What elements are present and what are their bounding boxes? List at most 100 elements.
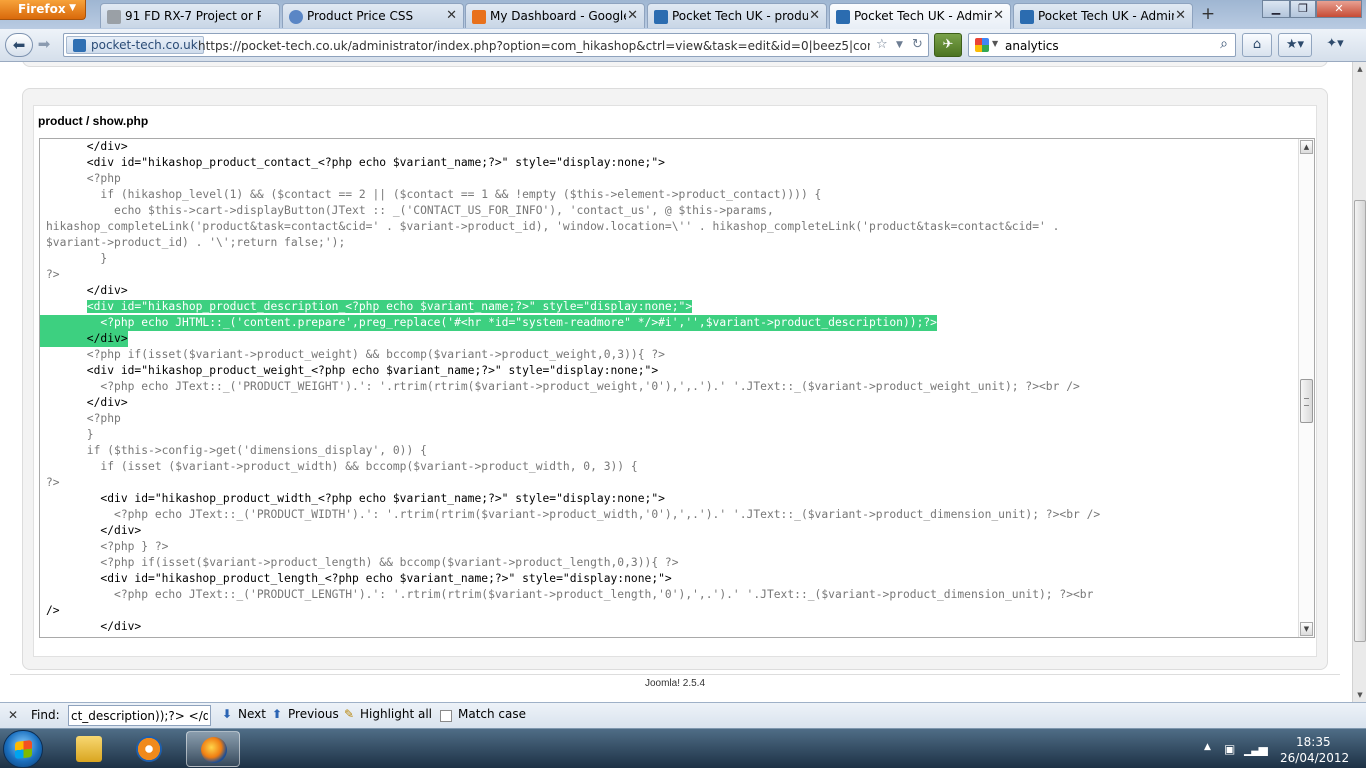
signal-strength-icon[interactable]: ▁▃▅ bbox=[1244, 742, 1268, 756]
back-button[interactable]: ⬅ bbox=[5, 33, 33, 57]
media-player-icon bbox=[136, 736, 162, 762]
address-bar[interactable]: pocket-tech.co.uk ☆ ▼ ↻ bbox=[63, 33, 929, 57]
code-line[interactable]: <?php echo JText::_('PRODUCT_WIDTH').': … bbox=[46, 507, 1296, 523]
scroll-up-arrow-icon[interactable]: ▲ bbox=[1354, 62, 1366, 76]
home-button[interactable]: ⌂ bbox=[1242, 33, 1272, 57]
bookmarks-menu-button[interactable]: ★▾ bbox=[1278, 33, 1312, 57]
chevron-down-icon[interactable]: ▼ bbox=[992, 39, 998, 48]
code-line[interactable]: </div> bbox=[46, 619, 1296, 635]
tab-2[interactable]: Product Price CSS ✕ bbox=[282, 3, 464, 28]
joomla-favicon-icon bbox=[1020, 10, 1034, 24]
code-line[interactable]: <?php echo JHTML::_('content.prepare',pr… bbox=[40, 315, 937, 331]
google-engine-icon[interactable] bbox=[975, 38, 989, 52]
chevron-down-icon: ▼ bbox=[69, 3, 76, 13]
search-icon[interactable]: ⌕ bbox=[1220, 36, 1228, 52]
code-line[interactable]: ?> bbox=[46, 475, 1296, 491]
close-tab-icon[interactable]: ✕ bbox=[446, 8, 457, 23]
code-line[interactable]: <?php } ?> bbox=[46, 539, 1296, 555]
tab-6[interactable]: Pocket Tech UK - Admin...✕ bbox=[1013, 3, 1193, 28]
code-line[interactable]: <?php echo JText::_('PRODUCT_WEIGHT').':… bbox=[46, 379, 1296, 395]
tab-5-active[interactable]: Pocket Tech UK - Admin... ✕ bbox=[829, 3, 1011, 29]
tab-1[interactable]: 91 FD RX-7 Project or Pa... bbox=[100, 3, 280, 28]
code-line[interactable]: <div id="hikashop_product_width_<?php ec… bbox=[46, 491, 1296, 507]
addon-menu-button[interactable]: ✦▾ bbox=[1318, 33, 1352, 57]
code-line[interactable]: </div> bbox=[46, 523, 1296, 539]
reload-icon[interactable]: ↻ bbox=[912, 37, 923, 52]
scroll-down-arrow-icon[interactable]: ▼ bbox=[1354, 688, 1366, 702]
match-case-checkbox[interactable] bbox=[440, 710, 452, 722]
code-line-wrapper: <?php echo JHTML::_('content.prepare',pr… bbox=[40, 315, 1296, 331]
taskbar-media-player[interactable] bbox=[122, 731, 176, 767]
code-line[interactable]: if (isset ($variant->product_width) && b… bbox=[46, 459, 1296, 475]
search-bar[interactable]: ▼ ⌕ bbox=[968, 33, 1236, 57]
tab-4[interactable]: Pocket Tech UK - produ... ✕ bbox=[647, 3, 827, 28]
tray-expand-icon[interactable]: ▲ bbox=[1204, 742, 1211, 752]
scroll-down-arrow-icon[interactable]: ▼ bbox=[1300, 622, 1313, 636]
maximize-button[interactable]: ❐ bbox=[1290, 0, 1316, 18]
site-favicon-icon bbox=[73, 39, 86, 52]
clock-time[interactable]: 18:35 bbox=[1296, 735, 1331, 749]
taskbar-explorer[interactable] bbox=[62, 731, 116, 767]
code-line[interactable]: <?php echo JText::_('PRODUCT_LENGTH').':… bbox=[46, 587, 1296, 603]
code-line[interactable]: hikashop_completeLink('product&task=cont… bbox=[46, 219, 1296, 235]
code-lines[interactable]: </div> <div id="hikashop_product_contact… bbox=[40, 139, 1296, 637]
find-input[interactable] bbox=[68, 705, 211, 726]
code-line[interactable]: if (hikashop_level(1) && ($contact == 2 … bbox=[46, 187, 1296, 203]
code-editor[interactable]: </div> <div id="hikashop_product_contact… bbox=[39, 138, 1315, 638]
close-find-bar-icon[interactable]: ✕ bbox=[8, 708, 18, 722]
code-line[interactable]: </div> bbox=[46, 283, 1296, 299]
code-line[interactable]: <?php if(isset($variant->product_weight)… bbox=[46, 347, 1296, 363]
start-button[interactable] bbox=[3, 730, 43, 768]
network-device-icon[interactable]: ▣ bbox=[1224, 742, 1235, 756]
code-line[interactable]: ?> bbox=[46, 267, 1296, 283]
minimize-button[interactable]: ▁ bbox=[1262, 0, 1290, 18]
code-line[interactable]: <?php } ?> bbox=[46, 635, 1296, 637]
close-window-button[interactable]: ✕ bbox=[1316, 0, 1362, 18]
editor-scrollbar[interactable]: ▲ ▼ bbox=[1298, 139, 1314, 637]
find-previous-button[interactable]: ⬆ Previous bbox=[270, 707, 339, 725]
joomla-favicon-icon bbox=[836, 10, 850, 24]
code-line[interactable]: <div id="hikashop_product_length_<?php e… bbox=[46, 571, 1296, 587]
url-input[interactable] bbox=[198, 38, 870, 54]
tab-3[interactable]: My Dashboard - Google ...✕ bbox=[465, 3, 645, 28]
folder-icon bbox=[76, 736, 102, 762]
code-line[interactable]: } bbox=[46, 251, 1296, 267]
highlight-all-button[interactable]: ✎ Highlight all bbox=[342, 707, 432, 725]
addon-toolbar-icon[interactable]: ✈ bbox=[934, 33, 962, 57]
code-line[interactable]: if ($this->config->get('dimensions_displ… bbox=[46, 443, 1296, 459]
forward-button[interactable]: ➡ bbox=[34, 33, 54, 57]
code-line[interactable]: /> bbox=[46, 603, 1296, 619]
close-tab-icon[interactable]: ✕ bbox=[1175, 8, 1186, 23]
code-line[interactable]: <?php bbox=[46, 171, 1296, 187]
site-identity-button[interactable]: pocket-tech.co.uk bbox=[66, 36, 204, 54]
close-tab-icon[interactable]: ✕ bbox=[809, 8, 820, 23]
page-scrollbar[interactable]: ▲ ▼ bbox=[1352, 62, 1366, 702]
code-line[interactable]: $variant->product_id) . '\';return false… bbox=[46, 235, 1296, 251]
close-tab-icon[interactable]: ✕ bbox=[993, 8, 1004, 23]
code-line[interactable]: </div> bbox=[46, 395, 1296, 411]
scroll-up-arrow-icon[interactable]: ▲ bbox=[1300, 140, 1313, 154]
code-line[interactable]: <div id="hikashop_product_description_<?… bbox=[46, 299, 1296, 315]
code-line[interactable]: } bbox=[46, 427, 1296, 443]
page-scroll-thumb[interactable] bbox=[1354, 200, 1366, 642]
code-line[interactable]: </div> bbox=[46, 139, 1296, 155]
code-line[interactable]: <?php if(isset($variant->product_length)… bbox=[46, 555, 1296, 571]
close-tab-icon[interactable]: ✕ bbox=[627, 8, 638, 23]
find-next-button[interactable]: ⬇ Next bbox=[220, 707, 266, 725]
arrow-up-icon: ⬆ bbox=[271, 707, 283, 721]
code-line[interactable]: <div id="hikashop_product_contact_<?php … bbox=[46, 155, 1296, 171]
code-line[interactable]: <?php bbox=[46, 411, 1296, 427]
clock-date[interactable]: 26/04/2012 bbox=[1280, 751, 1349, 765]
code-line[interactable]: </div> bbox=[40, 331, 128, 347]
match-case-label[interactable]: Match case bbox=[458, 707, 526, 725]
url-history-dropdown-icon[interactable]: ▼ bbox=[896, 40, 903, 50]
firefox-menu-button[interactable]: Firefox ▼ bbox=[0, 0, 86, 20]
search-input[interactable] bbox=[1005, 38, 1205, 54]
new-tab-button[interactable]: + bbox=[1196, 5, 1220, 25]
code-line[interactable]: <div id="hikashop_product_weight_<?php e… bbox=[46, 363, 1296, 379]
code-line[interactable]: echo $this->cart->displayButton(JText ::… bbox=[46, 203, 1296, 219]
bookmark-star-icon[interactable]: ☆ bbox=[876, 37, 888, 52]
taskbar-firefox[interactable] bbox=[186, 731, 240, 767]
editor-scroll-thumb[interactable] bbox=[1300, 379, 1313, 423]
